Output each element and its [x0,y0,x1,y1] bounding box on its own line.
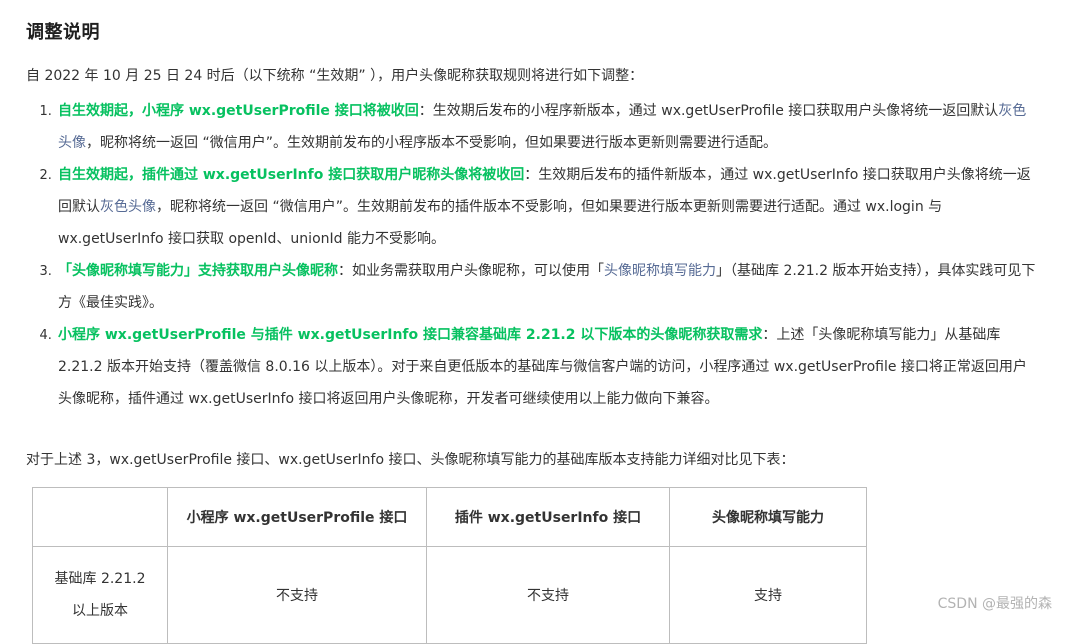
cell-fill-ability: 支持 [669,546,867,644]
cell-getuserinfo: 不支持 [426,546,670,644]
compare-intro: 对于上述 3，wx.getUserProfile 接口、wx.getUserIn… [26,452,795,468]
table-row: 基础库 2.21.2 以上版本 不支持 不支持 支持 [32,546,867,644]
avatar-nickname-fill-link[interactable]: 头像昵称填写能力 [604,263,716,279]
table-header-getuserinfo: 插件 wx.getUserInfo 接口 [426,487,670,547]
table-header-getuserprofile: 小程序 wx.getUserProfile 接口 [167,487,427,547]
rule-text-1b: ，昵称将统一返回 “微信用户”。生效期前发布的小程序版本不受影响，但如果要进行版… [86,135,777,151]
rule-bold-4: 小程序 wx.getUserProfile 与插件 wx.getUserInfo… [58,327,763,343]
rule-text-1a: ：生效期后发布的小程序新版本，通过 wx.getUserProfile 接口获取… [418,103,999,119]
intro-paragraph: 自 2022 年 10 月 25 日 24 时后（以下统称 “生效期” ），用户… [26,68,644,84]
row-label-line1: 基础库 2.21.2 [54,571,146,587]
rule-text-2b: ，昵称将统一返回 “微信用户”。生效期前发布的插件版本不受影响，但如果要进行版本… [58,199,943,247]
rule-text-3a: ：如业务需获取用户头像昵称，可以使用「 [338,263,604,279]
comparison-table: 小程序 wx.getUserProfile 接口 插件 wx.getUserIn… [32,487,867,644]
gray-avatar-link-2[interactable]: 灰色头像 [100,199,156,215]
section-heading: 调整说明 [26,22,100,43]
row-label-line2: 以上版本 [72,603,128,619]
doc-page: 调整说明 自 2022 年 10 月 25 日 24 时后（以下统称 “生效期”… [0,0,1068,644]
csdn-watermark: CSDN @最强的森 [937,596,1052,612]
list-item: 小程序 wx.getUserProfile 与插件 wx.getUserInfo… [56,319,1038,415]
list-item: 自生效期起，小程序 wx.getUserProfile 接口将被收回：生效期后发… [56,95,1038,159]
list-item: 「头像昵称填写能力」支持获取用户头像昵称：如业务需获取用户头像昵称，可以使用「头… [56,255,1038,319]
table-header-fill-ability: 头像昵称填写能力 [669,487,867,547]
rules-list: 自生效期起，小程序 wx.getUserProfile 接口将被收回：生效期后发… [26,95,1038,415]
rule-bold-1: 自生效期起，小程序 wx.getUserProfile 接口将被收回 [58,103,419,119]
rule-bold-2: 自生效期起，插件通过 wx.getUserInfo 接口获取用户昵称头像将被收回 [58,167,525,183]
cell-getuserprofile: 不支持 [167,546,427,644]
table-header-empty [32,487,168,547]
table-header-row: 小程序 wx.getUserProfile 接口 插件 wx.getUserIn… [32,487,867,547]
row-label: 基础库 2.21.2 以上版本 [32,546,168,644]
rule-bold-3: 「头像昵称填写能力」支持获取用户头像昵称 [58,263,338,279]
list-item: 自生效期起，插件通过 wx.getUserInfo 接口获取用户昵称头像将被收回… [56,159,1038,255]
